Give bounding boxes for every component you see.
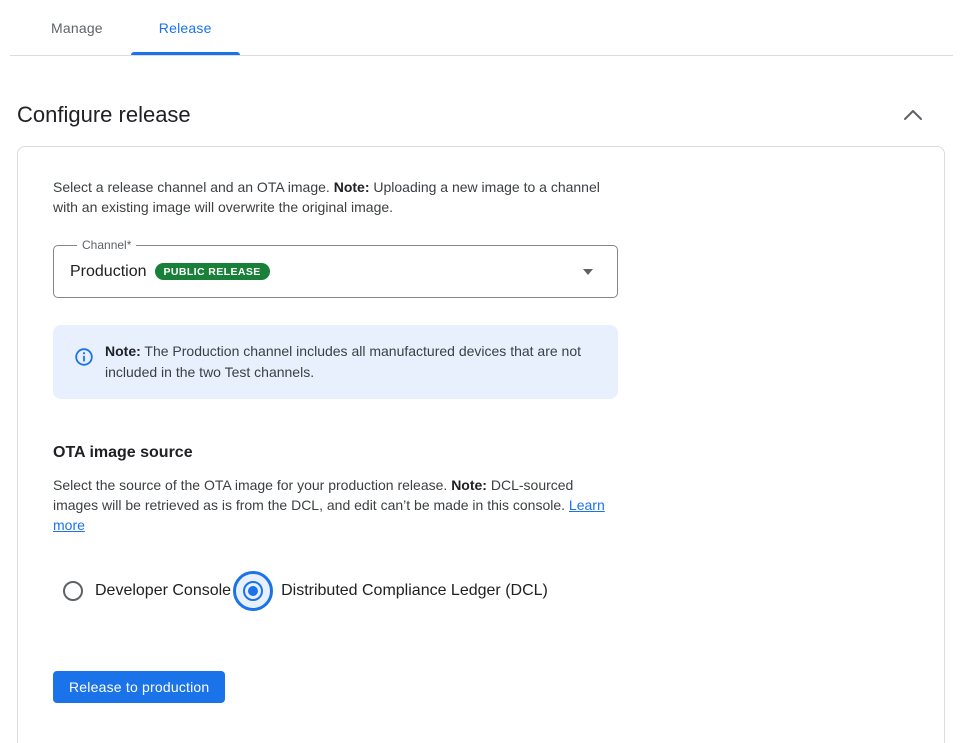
note-alert: Note: The Production channel includes al…	[53, 325, 618, 399]
ota-image-source-heading: OTA image source	[53, 444, 909, 462]
radio-focus-ring[interactable]	[233, 571, 273, 611]
info-icon	[75, 348, 93, 366]
radio-dcl-label: Distributed Compliance Ledger (DCL)	[281, 582, 548, 600]
page-title: Configure release	[17, 102, 191, 128]
radio-unselected-icon[interactable]	[63, 581, 83, 601]
radio-selected-icon[interactable]	[243, 581, 263, 601]
radio-developer-console-label: Developer Console	[95, 582, 231, 600]
note-alert-bold: Note:	[105, 343, 141, 359]
intro-text: Select a release channel and an OTA imag…	[53, 177, 618, 217]
tab-manage[interactable]: Manage	[23, 0, 131, 55]
ota-description-pre: Select the source of the OTA image for y…	[53, 477, 451, 493]
release-to-production-button[interactable]: Release to production	[53, 671, 225, 703]
channel-select-label: Channel*	[77, 238, 136, 252]
channel-select[interactable]: Channel* Production PUBLIC RELEASE	[53, 245, 618, 298]
radio-dcl[interactable]: Distributed Compliance Ledger (DCL)	[231, 571, 548, 611]
note-alert-text: Note: The Production channel includes al…	[105, 341, 598, 383]
tab-bar: Manage Release	[10, 0, 953, 56]
configure-release-card: Select a release channel and an OTA imag…	[17, 146, 945, 743]
caret-down-icon[interactable]	[583, 269, 593, 275]
radio-developer-console[interactable]: Developer Console	[63, 581, 231, 601]
channel-select-value: Production	[70, 263, 147, 281]
tab-release-label: Release	[159, 20, 212, 36]
public-release-badge: PUBLIC RELEASE	[155, 263, 270, 281]
intro-text-note: Note:	[334, 179, 370, 195]
ota-description: Select the source of the OTA image for y…	[53, 475, 618, 535]
radio-dot	[248, 586, 258, 596]
intro-text-pre: Select a release channel and an OTA imag…	[53, 179, 334, 195]
section-header: Configure release	[17, 102, 925, 128]
note-alert-body: The Production channel includes all manu…	[105, 343, 581, 380]
chevron-up-icon	[904, 110, 922, 120]
tab-manage-label: Manage	[51, 20, 103, 36]
collapse-section-button[interactable]	[901, 103, 925, 127]
tab-release[interactable]: Release	[131, 0, 240, 55]
ota-description-note: Note:	[451, 477, 487, 493]
ota-source-radio-group: Developer Console Distributed Compliance…	[63, 571, 909, 611]
